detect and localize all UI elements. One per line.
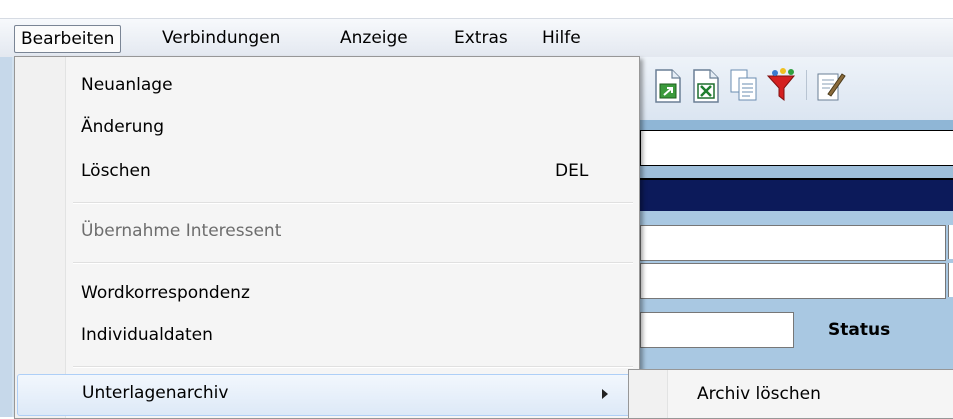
menu-item-unterlagenarchiv[interactable]: Unterlagenarchiv	[17, 374, 637, 416]
edit-document-icon[interactable]	[814, 66, 846, 104]
form-field[interactable]	[948, 225, 953, 259]
menu-separator	[73, 262, 633, 264]
bearbeiten-dropdown: Neuanlage Änderung Löschen DEL Übernahme…	[14, 56, 640, 419]
copy-document-icon[interactable]	[728, 66, 760, 104]
status-label: Status	[828, 320, 891, 340]
menu-item-uebernahme-interessent: Übernahme Interessent	[15, 213, 639, 253]
toolbar	[632, 56, 953, 120]
menu-icon-gutter	[629, 370, 668, 418]
header-stripe	[632, 120, 953, 130]
menu-item-label: Neuanlage	[81, 75, 173, 95]
menu-item-label: Änderung	[81, 117, 164, 137]
menu-hilfe[interactable]: Hilfe	[536, 25, 587, 51]
menu-item-label: Individualdaten	[81, 325, 213, 345]
excel-export-icon[interactable]	[690, 66, 722, 104]
menu-separator	[73, 366, 633, 368]
menu-item-shortcut: DEL	[555, 161, 589, 181]
form-field[interactable]	[640, 312, 794, 348]
menu-item-individualdaten[interactable]: Individualdaten	[15, 317, 639, 357]
menu-anzeige[interactable]: Anzeige	[334, 25, 414, 51]
menu-item-archiv-loeschen[interactable]: Archiv löschen	[697, 384, 821, 404]
menu-item-label: Löschen	[81, 161, 151, 181]
dark-title-bar	[632, 178, 953, 213]
top-input-field[interactable]	[640, 130, 953, 166]
submenu-arrow-icon	[602, 389, 608, 399]
menu-item-label: Unterlagenarchiv	[82, 383, 229, 403]
import-document-icon[interactable]	[652, 66, 684, 104]
unterlagenarchiv-submenu: Archiv löschen	[628, 369, 953, 419]
menu-extras[interactable]: Extras	[448, 25, 514, 51]
menu-item-aenderung[interactable]: Änderung	[15, 109, 639, 149]
menu-item-label: Wordkorrespondenz	[81, 283, 250, 303]
menu-separator	[73, 202, 633, 204]
form-field[interactable]	[640, 263, 946, 299]
menu-item-label: Übernahme Interessent	[81, 221, 282, 241]
filter-funnel-icon[interactable]	[766, 66, 798, 104]
menu-bar: Bearbeiten Verbindungen Anzeige Extras H…	[0, 18, 953, 57]
form-field[interactable]	[948, 263, 953, 297]
header-stripe	[632, 166, 953, 178]
menu-item-loeschen[interactable]: Löschen DEL	[15, 153, 639, 193]
menu-item-neuanlage[interactable]: Neuanlage	[15, 67, 639, 107]
form-field[interactable]	[640, 225, 946, 261]
menu-item-wordkorrespondenz[interactable]: Wordkorrespondenz	[15, 275, 639, 315]
left-panel-edge	[0, 56, 12, 417]
menu-verbindungen[interactable]: Verbindungen	[156, 25, 286, 51]
menu-bearbeiten[interactable]: Bearbeiten	[14, 25, 122, 53]
